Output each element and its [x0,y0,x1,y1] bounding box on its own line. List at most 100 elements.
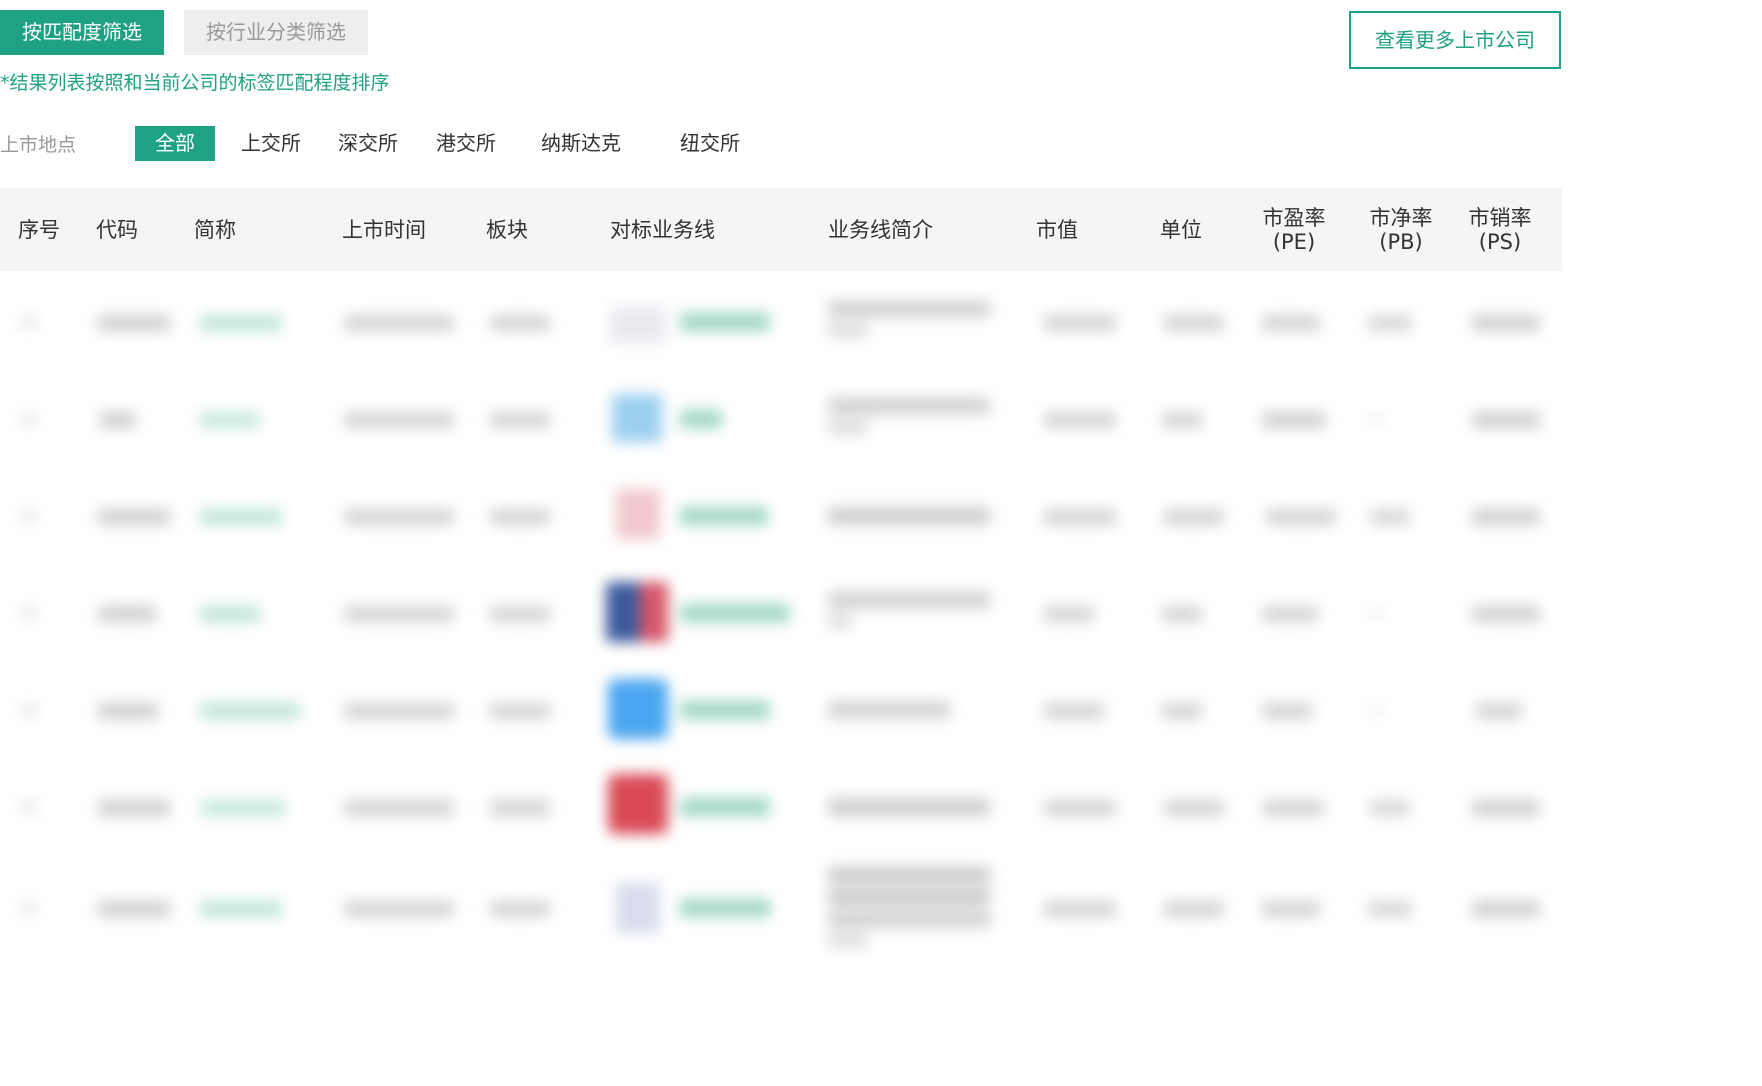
header-pb-abbr: (PB) [1379,230,1423,254]
header-code: 代码 [96,218,138,242]
location-option-hkex[interactable]: 港交所 [436,126,496,161]
cell-placeholder [1044,901,1116,917]
header-pe-abbr: (PE) [1272,230,1316,254]
cell-placeholder [344,412,454,428]
cell-placeholder [1370,509,1410,525]
table-row [0,562,1562,659]
location-option-nasdaq[interactable]: 纳斯达克 [541,126,621,161]
location-option-all[interactable]: 全部 [135,126,215,161]
cell-placeholder [1262,315,1320,331]
header-pe: 市盈率 (PE) [1259,206,1329,254]
cell-placeholder [344,901,454,917]
cell-placeholder [490,315,550,331]
cell-placeholder [680,313,770,331]
cell-placeholder [1162,606,1202,622]
cell-placeholder [344,800,454,816]
cell-placeholder [828,701,950,719]
tab-filter-by-industry[interactable]: 按行业分类筛选 [184,10,368,55]
cell-placeholder [200,901,282,917]
cell-placeholder [1044,703,1104,719]
cell-placeholder [680,701,770,719]
cell-placeholder [98,703,158,719]
table-row [0,465,1562,562]
cell-placeholder [200,800,286,816]
table-row [0,271,1562,368]
header-unit: 单位 [1160,218,1202,242]
table-row [0,853,1562,963]
header-ps-abbr: (PS) [1478,230,1522,254]
cell-placeholder [1370,800,1410,816]
header-index: 序号 [18,218,60,242]
cell-placeholder [200,315,282,331]
location-option-szse[interactable]: 深交所 [338,126,398,161]
cell-placeholder [20,608,38,618]
tab-filter-by-match[interactable]: 按匹配度筛选 [0,10,164,55]
header-board: 板块 [486,218,528,242]
table-row [0,659,1562,756]
cell-placeholder [828,301,990,317]
cell-placeholder [200,703,300,719]
company-logo [606,582,640,642]
cell-placeholder [1164,509,1224,525]
header-pb: 市净率 (PB) [1366,206,1436,254]
cell-placeholder [828,398,990,414]
cell-placeholder [200,412,260,428]
cell-placeholder [20,903,38,913]
cell-placeholder [1164,901,1224,917]
view-more-companies-button[interactable]: 查看更多上市公司 [1349,11,1561,69]
cell-placeholder [98,901,170,917]
cell-placeholder [828,614,852,628]
cell-placeholder [1370,707,1384,713]
header-business-intro: 业务线简介 [828,218,933,242]
company-logo [612,394,662,442]
header-pe-label: 市盈率 [1262,206,1326,230]
cell-placeholder [490,509,550,525]
cell-placeholder [20,414,38,424]
cell-placeholder [1472,606,1540,622]
cell-placeholder [490,901,550,917]
listing-location-filter: 上市地点 全部 上交所 深交所 港交所 纳斯达克 纽交所 [0,126,900,162]
cell-placeholder [344,509,454,525]
cell-placeholder [1262,412,1326,428]
header-ps: 市销率 (PS) [1465,206,1535,254]
cell-placeholder [98,606,156,622]
location-option-sse[interactable]: 上交所 [241,126,301,161]
header-benchmark-business: 对标业务线 [610,218,715,242]
cell-placeholder [1368,315,1412,331]
company-logo [640,582,668,642]
cell-placeholder [20,511,38,521]
cell-placeholder [828,933,868,947]
header-market-cap: 市值 [1036,218,1078,242]
cell-placeholder [828,889,990,905]
table-body-blurred [0,271,1562,963]
cell-placeholder [344,606,454,622]
cell-placeholder [490,703,550,719]
cell-placeholder [680,604,790,622]
cell-placeholder [98,315,170,331]
location-option-nyse[interactable]: 纽交所 [680,126,740,161]
cell-placeholder [344,703,454,719]
cell-placeholder [1476,703,1522,719]
header-pb-label: 市净率 [1369,206,1433,230]
cell-placeholder [1370,416,1384,422]
cell-placeholder [1164,800,1224,816]
cell-placeholder [1370,610,1384,616]
sort-note: *结果列表按照和当前公司的标签匹配程度排序 [0,72,390,94]
cell-placeholder [828,592,990,608]
cell-placeholder [1262,800,1324,816]
cell-placeholder [98,509,170,525]
cell-placeholder [828,798,990,816]
filter-tabs: 按匹配度筛选 按行业分类筛选 [0,10,368,55]
cell-placeholder [200,509,282,525]
cell-placeholder [1262,901,1320,917]
cell-placeholder [1162,412,1202,428]
company-logo [610,307,666,343]
cell-placeholder [1162,703,1202,719]
cell-placeholder [1368,901,1412,917]
company-logo [608,679,668,739]
cell-placeholder [680,798,770,816]
cell-placeholder [1472,315,1540,331]
cell-placeholder [1472,800,1540,816]
cell-placeholder [20,802,38,812]
cell-placeholder [1044,412,1116,428]
